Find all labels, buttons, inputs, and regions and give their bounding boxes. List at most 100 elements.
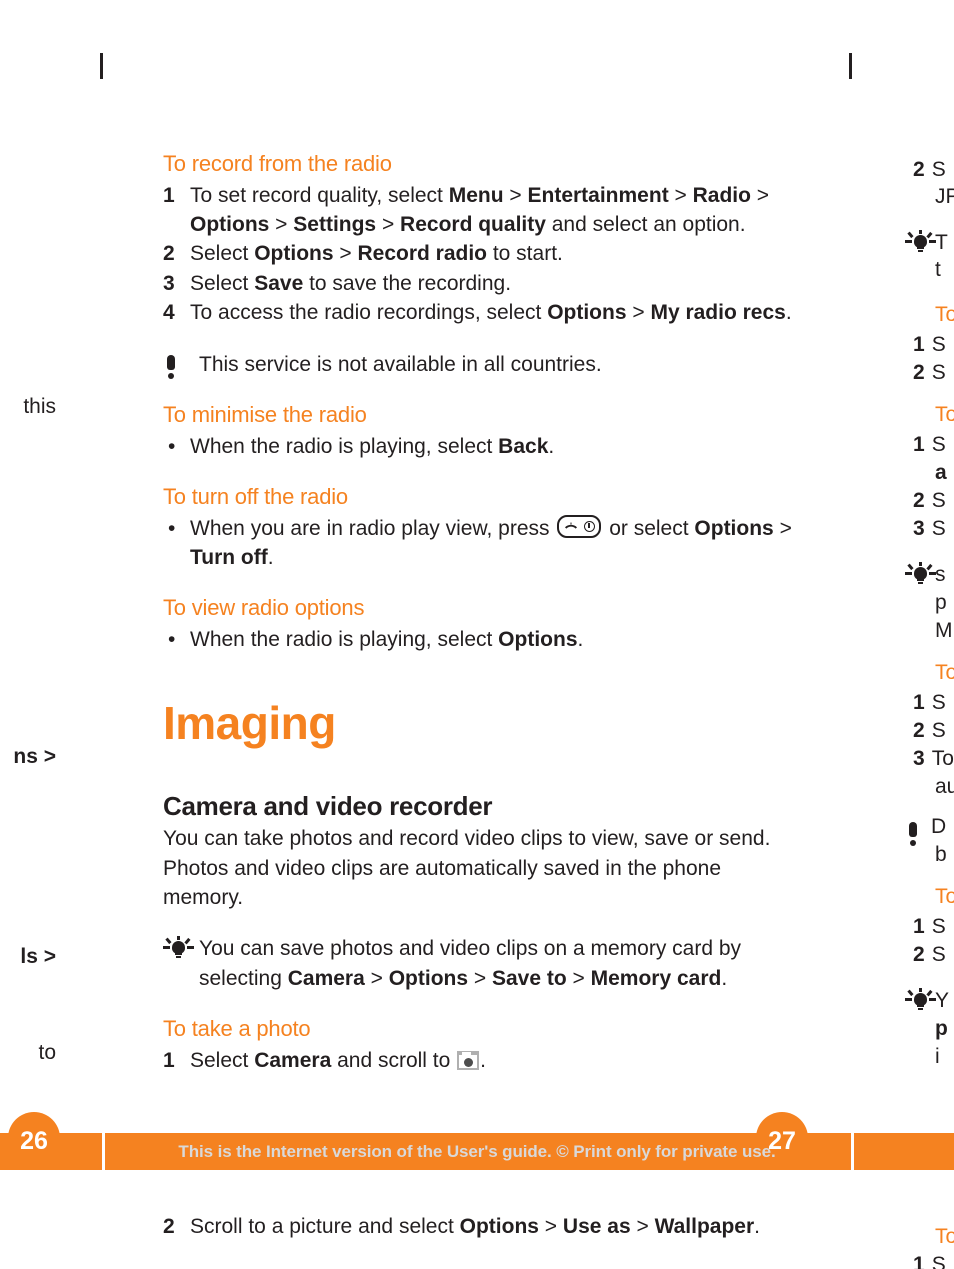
- ui-term: Camera: [254, 1048, 332, 1072]
- bleed-text-fragment: 1S: [913, 912, 946, 941]
- bleed-run-text: To e: [935, 1225, 954, 1248]
- list-item: 2 Select Options > Record radio to start.: [163, 239, 803, 268]
- bleed-run-text: To: [931, 747, 954, 770]
- steps-record-from-radio: 1 To set record quality, select Menu > En…: [163, 181, 803, 328]
- bleed-text-fragment: p: [935, 1014, 948, 1043]
- main-text-column: To record from the radio 1 To set record …: [163, 150, 803, 1075]
- section-camera-and-video-recorder: Camera and video recorder You can take p…: [163, 791, 803, 912]
- step-text-pre: Select Camera and scroll to: [190, 1049, 456, 1072]
- bleed-run-text: au: [935, 775, 954, 798]
- bleed-text-fragment: p: [935, 588, 947, 617]
- ui-term: Save: [254, 271, 304, 295]
- run-text: >: [668, 183, 693, 207]
- run-text: Scroll to a picture and select: [190, 1215, 460, 1238]
- step-number: 2: [913, 361, 925, 384]
- run-text: When the radio is playing, select: [190, 434, 499, 458]
- bleed-run-text: S: [931, 433, 946, 456]
- run-text: >: [750, 183, 770, 207]
- heading-view-radio-options: To view radio options: [163, 595, 365, 621]
- list-item: 1 To set record quality, select Menu > En…: [163, 181, 803, 240]
- bleed-text-fragment: t: [935, 255, 941, 284]
- list-item: • When the radio is playing, select Back…: [163, 432, 803, 461]
- bleed-text-fragment: 3S: [913, 514, 946, 543]
- bleed-text-fragment: s: [905, 560, 946, 589]
- run-text: When the radio is playing, select: [190, 627, 499, 651]
- bleed-text-fragment: au: [935, 772, 954, 801]
- bleed-run-text: Y: [935, 989, 950, 1012]
- ui-term: Menu: [448, 183, 504, 207]
- lightbulb-icon: [905, 230, 936, 256]
- bleed-text-fragment: To e: [935, 1222, 954, 1251]
- step-text: Select Options > Record radio to start.: [190, 242, 563, 265]
- step-number: 2: [163, 242, 175, 266]
- ui-term: Camera: [287, 966, 365, 990]
- run-text: Select: [190, 242, 255, 266]
- bleed-text-fragment: 2S: [913, 358, 946, 387]
- right-page-bleed-column: 2SJPTtTo c1S2STo s1Sa2S3SspMTo r1S2S3Toa…: [905, 0, 954, 1269]
- crop-mark-left: [100, 53, 103, 79]
- bleed-text-fragment: To r: [935, 658, 954, 687]
- bleed-text-fragment: b: [935, 840, 947, 869]
- bullets-minimise-radio: • When the radio is playing, select Back…: [163, 432, 803, 461]
- run-text: >: [538, 1215, 563, 1238]
- run-text: >: [630, 1215, 655, 1238]
- bleed-text-fragment: 1S: [913, 330, 946, 359]
- bleed-run-text: To s: [935, 403, 954, 426]
- bleed-text-fragment: 2S: [913, 716, 946, 745]
- bleed-text-fragment: 3 To: [913, 744, 954, 773]
- bleed-run-text: JP: [935, 185, 954, 208]
- bleed-run-text: a: [935, 461, 947, 484]
- heading-turn-off-radio: To turn off the radio: [163, 483, 348, 509]
- tip-save-to-memory-card: You can save photos and video clips on a…: [163, 934, 803, 993]
- run-text: to start.: [487, 242, 563, 266]
- step-number: 4: [163, 301, 175, 325]
- bleed-text-fragment: T: [905, 228, 948, 257]
- run-text: >: [626, 301, 651, 325]
- exclamation-icon: [905, 819, 931, 846]
- bleed-run-text: p: [935, 591, 947, 614]
- bullet-text: When the radio is playing, select Option…: [190, 628, 583, 651]
- run-text: >: [773, 516, 792, 540]
- camera-mode-icon: [457, 1050, 480, 1070]
- run-text: .: [480, 1048, 487, 1072]
- bleed-run-text: D: [931, 815, 947, 838]
- ui-term: Options: [459, 1215, 539, 1238]
- lightbulb-icon: [905, 562, 936, 588]
- lightbulb-icon: [163, 936, 194, 962]
- bleed-run-text: S: [931, 517, 946, 540]
- ui-term: Wallpaper: [654, 1215, 755, 1238]
- step-number: 3: [913, 747, 925, 770]
- step-number: 2: [913, 158, 925, 181]
- list-item: 3 Select Save to save the recording.: [163, 269, 803, 298]
- step-number: 1: [913, 1253, 925, 1269]
- ui-term: Entertainment: [527, 183, 669, 207]
- section-record-from-radio: To record from the radio 1 To set record …: [163, 150, 803, 328]
- step-number: 2: [163, 1215, 175, 1238]
- bleed-text-fragment: M: [935, 616, 953, 645]
- run-text: .: [577, 627, 584, 651]
- bleed-run-text: p: [935, 1017, 948, 1040]
- step-text-post: .: [480, 1049, 486, 1072]
- step-number: 1: [913, 915, 925, 938]
- bullet-dot-icon: •: [168, 516, 176, 540]
- bleed-run-text: S: [931, 333, 946, 356]
- heading-take-a-photo: To take a photo: [163, 1016, 311, 1042]
- bleed-run-text: S: [931, 943, 946, 966]
- run-text: to save the recording.: [303, 271, 512, 295]
- ui-term: Use as: [562, 1215, 631, 1238]
- section-view-radio-options: To view radio options • When the radio i…: [163, 594, 803, 654]
- steps-take-a-photo: 1 Select Camera and scroll to .: [163, 1046, 803, 1075]
- bleed-text-fragment: To c: [935, 300, 954, 329]
- run-text: .: [721, 966, 728, 990]
- crop-mark-right: [849, 53, 852, 79]
- bullet-text: When the radio is playing, select Back.: [190, 435, 554, 458]
- bullet-text-pre: When you are in radio play view, press: [190, 517, 555, 540]
- bleed-text-fragment: 1S: [913, 688, 946, 717]
- step-number: 3: [163, 271, 175, 295]
- bullet-dot-icon: •: [168, 627, 176, 651]
- bleed-run-text: S: [931, 915, 946, 938]
- run-text: >: [333, 242, 358, 266]
- step-number: 1: [913, 433, 925, 456]
- bleed-text-fragment: 2S: [913, 486, 946, 515]
- ui-term: Options: [388, 966, 469, 990]
